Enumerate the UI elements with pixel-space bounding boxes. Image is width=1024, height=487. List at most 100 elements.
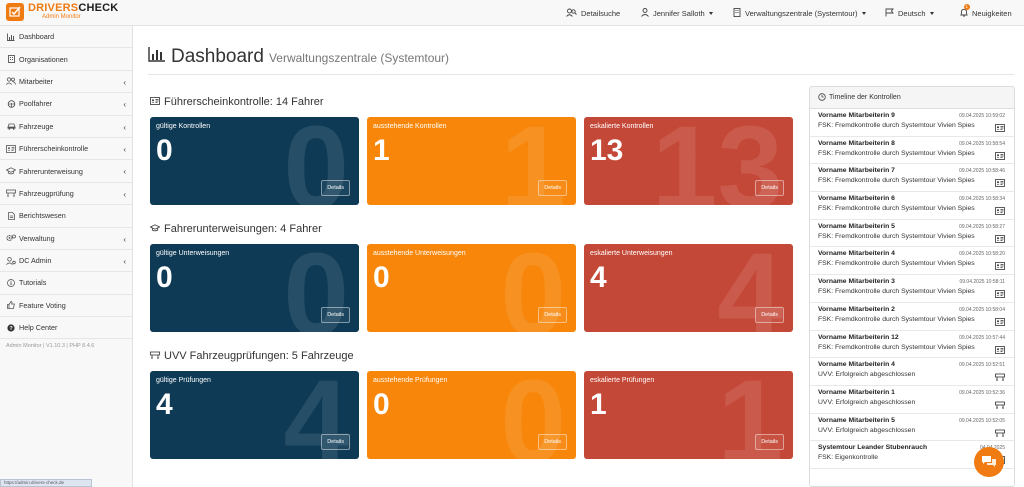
id-card-icon <box>995 345 1005 356</box>
timeline-item[interactable]: Vorname Mitarbeiterin 4 09.04.2025 10:52:… <box>810 358 1014 386</box>
admin-icon <box>6 256 16 265</box>
sidebar-item-führerscheinkontrolle[interactable]: Führerscheinkontrolle ‹ <box>0 138 132 161</box>
app-logo[interactable]: DRIVERSCHECK Admin Monitor <box>6 3 118 21</box>
sidebar-item-label: Fahrzeuge <box>19 121 54 131</box>
sidebar: Dashboard Organisationen Mitarbeiter ‹ Poolf… <box>0 26 133 487</box>
news-badge: 1 <box>964 3 970 10</box>
sidebar-item-organisationen[interactable]: Organisationen <box>0 48 132 71</box>
version-info: Admin Monitor | V1.10.3 | PHP 8.4.6 <box>6 343 95 350</box>
timeline-item[interactable]: Vorname Mitarbeiterin 6 09.04.2025 10:58:… <box>810 192 1014 220</box>
timeline-item-time: 09.04.2025 10:59:02 <box>959 113 1005 119</box>
sidebar-item-tutorials[interactable]: Tutorials <box>0 272 132 295</box>
sidebar-item-label: Berichtswesen <box>19 211 66 221</box>
info-icon <box>6 279 16 287</box>
timeline-item-description: UVV: Erfolgreich abgeschlossen <box>818 426 916 434</box>
sidebar-item-label: Poolfahrer <box>19 99 53 109</box>
timeline-item-time: 09.04.2025 10:57:44 <box>959 334 1005 341</box>
truck-icon <box>150 350 160 362</box>
timeline-item[interactable]: Vorname Mitarbeiterin 4 09.04.2025 10:58:… <box>810 247 1014 276</box>
page-subtitle: Verwaltungszentrale (Systemtour) <box>268 51 450 65</box>
chat-button[interactable] <box>974 447 1004 477</box>
graduation-icon <box>6 167 16 175</box>
language-menu[interactable]: Deutsch <box>885 0 934 26</box>
thumbs-up-icon <box>6 301 16 310</box>
stat-card: 0 gültige Unterweisungen 0 Details <box>150 244 359 332</box>
timeline-item-description: FSK: Fremdkontrolle durch Systemtour Viv… <box>818 232 975 240</box>
user-menu[interactable]: Jennifer Salloth <box>641 0 713 26</box>
user-icon <box>641 7 649 19</box>
timeline-item[interactable]: Vorname Mitarbeiterin 7 09.04.2025 10:58:… <box>810 164 1014 193</box>
sidebar-item-label: Organisationen <box>19 54 68 64</box>
timeline-item-description: FSK: Fremdkontrolle durch Systemtour Viv… <box>818 260 975 268</box>
timeline-item[interactable]: Vorname Mitarbeiterin 8 09.04.2025 10:58:… <box>810 137 1014 165</box>
section-title: UVV Fahrzeugprüfungen: 5 Fahrzeuge <box>150 350 354 362</box>
sidebar-item-fahrerunterweisung[interactable]: Fahrerunterweisung ‹ <box>0 160 132 183</box>
details-button[interactable]: Details <box>538 307 567 323</box>
card-label: gültige Kontrollen <box>156 123 211 130</box>
detail-search-link[interactable]: Detailsuche <box>566 0 620 26</box>
sidebar-item-feature-voting[interactable]: Feature Voting <box>0 295 132 318</box>
details-button[interactable]: Details <box>321 307 350 323</box>
timeline-item-description: FSK: Fremdkontrolle durch Systemtour Viv… <box>818 288 975 296</box>
timeline-item[interactable]: Vorname Mitarbeiterin 5 09.04.2025 10:58:… <box>810 220 1014 248</box>
sidebar-item-dc-admin[interactable]: DC Admin ‹ <box>0 250 132 273</box>
id-card-icon <box>995 234 1005 245</box>
timeline-item[interactable]: Vorname Mitarbeiterin 2 09.04.2025 10:58:… <box>810 303 1014 331</box>
chevron-left-icon: ‹ <box>123 234 126 244</box>
users-search-icon <box>566 8 577 19</box>
sidebar-item-label: Tutorials <box>19 278 47 288</box>
timeline-item[interactable]: Vorname Mitarbeiterin 1 09.04.2025 10:52:… <box>810 386 1014 414</box>
sidebar-item-label: Dashboard <box>19 32 55 42</box>
details-button[interactable]: Details <box>755 307 784 323</box>
details-button[interactable]: Details <box>755 434 784 450</box>
id-card-icon <box>995 151 1005 162</box>
card-value: 0 <box>156 261 173 294</box>
sidebar-item-mitarbeiter[interactable]: Mitarbeiter ‹ <box>0 71 132 94</box>
sidebar-item-berichtswesen[interactable]: Berichtswesen <box>0 205 132 228</box>
organization-menu[interactable]: Verwaltungszentrale (Systemtour) <box>733 0 866 26</box>
stat-card: 13 eskalierte Kontrollen 13 Details <box>584 117 793 205</box>
sidebar-item-help-center[interactable]: ? Help Center <box>0 317 132 340</box>
sidebar-item-dashboard[interactable]: Dashboard <box>0 26 132 49</box>
details-button[interactable]: Details <box>538 180 567 196</box>
timeline-item[interactable]: Vorname Mitarbeiterin 3 09.04.2025 10:58:… <box>810 275 1014 303</box>
chevron-left-icon: ‹ <box>123 122 126 132</box>
id-card-icon <box>995 179 1005 189</box>
timeline-item-description: FSK: Fremdkontrolle durch Systemtour Viv… <box>818 205 975 213</box>
timeline-item[interactable]: Vorname Mitarbeiterin 9 09.04.2025 10:59:… <box>810 109 1014 137</box>
logo-check-icon <box>6 3 24 21</box>
page-title: Dashboard <box>171 46 264 67</box>
card-value: 0 <box>156 134 173 167</box>
timeline-item[interactable]: Vorname Mitarbeiterin 5 09.04.2025 10:52:… <box>810 414 1014 442</box>
timeline-item[interactable]: Vorname Mitarbeiterin 12 09.04.2025 10:57… <box>810 331 1014 359</box>
sidebar-item-fahrzeuge[interactable]: Fahrzeuge ‹ <box>0 116 132 138</box>
chat-icon <box>982 456 996 467</box>
stat-card: 0 gültige Kontrollen 0 Details <box>150 117 359 205</box>
chevron-left-icon: ‹ <box>123 189 126 199</box>
news-link[interactable]: 1 Neuigkeiten <box>960 0 1012 26</box>
logo-subtitle: Admin Monitor <box>42 14 81 20</box>
chevron-left-icon: ‹ <box>123 167 126 177</box>
section-title: Fahrerunterweisungen: 4 Fahrer <box>149 223 322 235</box>
id-card-icon <box>995 124 1005 134</box>
id-card-icon <box>6 144 16 153</box>
sidebar-item-verwaltung[interactable]: Verwaltung ‹ <box>0 228 132 250</box>
sidebar-item-fahrzeugprüfung[interactable]: Fahrzeugprüfung ‹ <box>0 183 132 206</box>
sidebar-item-label: Verwaltung <box>19 233 55 243</box>
sidebar-item-label: Mitarbeiter <box>19 76 53 86</box>
timeline-header: Timeline der Kontrollen <box>810 87 1014 109</box>
header-divider <box>148 74 1014 75</box>
details-button[interactable]: Details <box>321 434 350 450</box>
sidebar-item-label: Feature Voting <box>19 300 66 310</box>
details-button[interactable]: Details <box>538 434 567 450</box>
sidebar-item-poolfahrer[interactable]: Poolfahrer ‹ <box>0 93 132 116</box>
details-button[interactable]: Details <box>321 180 350 196</box>
details-button[interactable]: Details <box>755 180 784 196</box>
card-label: ausstehende Unterweisungen <box>373 250 466 257</box>
browser-status-url: https://admin.drivers-check.de <box>0 479 92 487</box>
truck-icon <box>995 373 1005 383</box>
chevron-down-icon <box>929 11 934 15</box>
card-label: gültige Unterweisungen <box>156 250 230 257</box>
card-label: eskalierte Unterweisungen <box>590 250 673 257</box>
truck-icon <box>995 401 1005 411</box>
